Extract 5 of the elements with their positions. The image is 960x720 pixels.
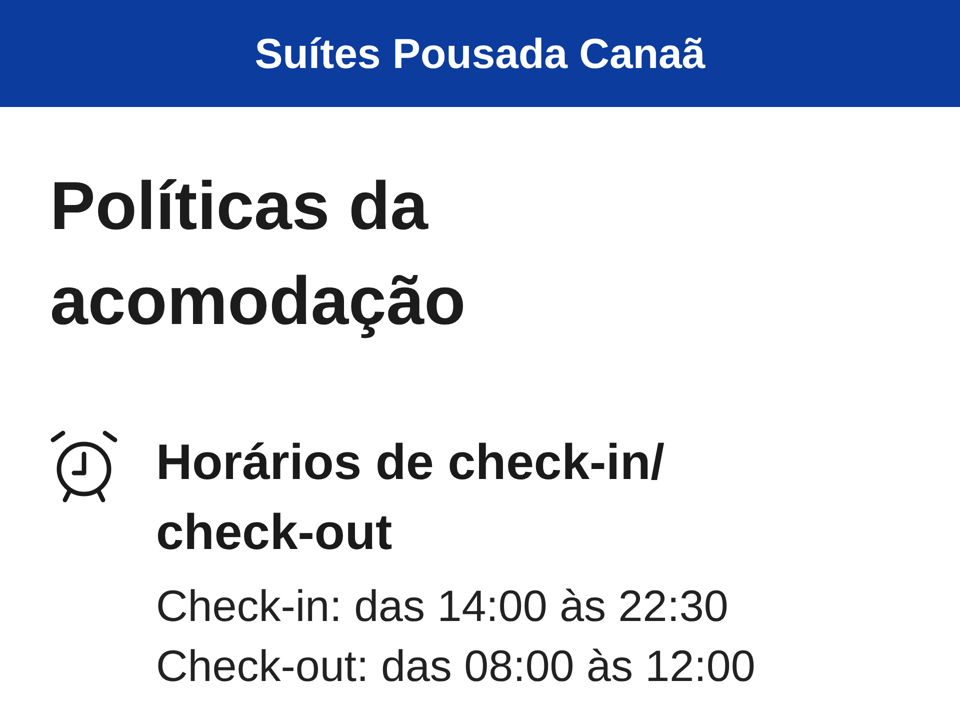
page-heading: Políticas da acomodação [50, 167, 467, 341]
property-title: Suítes Pousada Canaã [254, 30, 706, 78]
section-title: Horários de check-in/ check-out [156, 433, 666, 562]
schedule-text: Check-out: das 08:00 às 12:00 [156, 641, 756, 693]
schedule-text: Check-in: das 14:00 às 22:30 [156, 581, 730, 633]
